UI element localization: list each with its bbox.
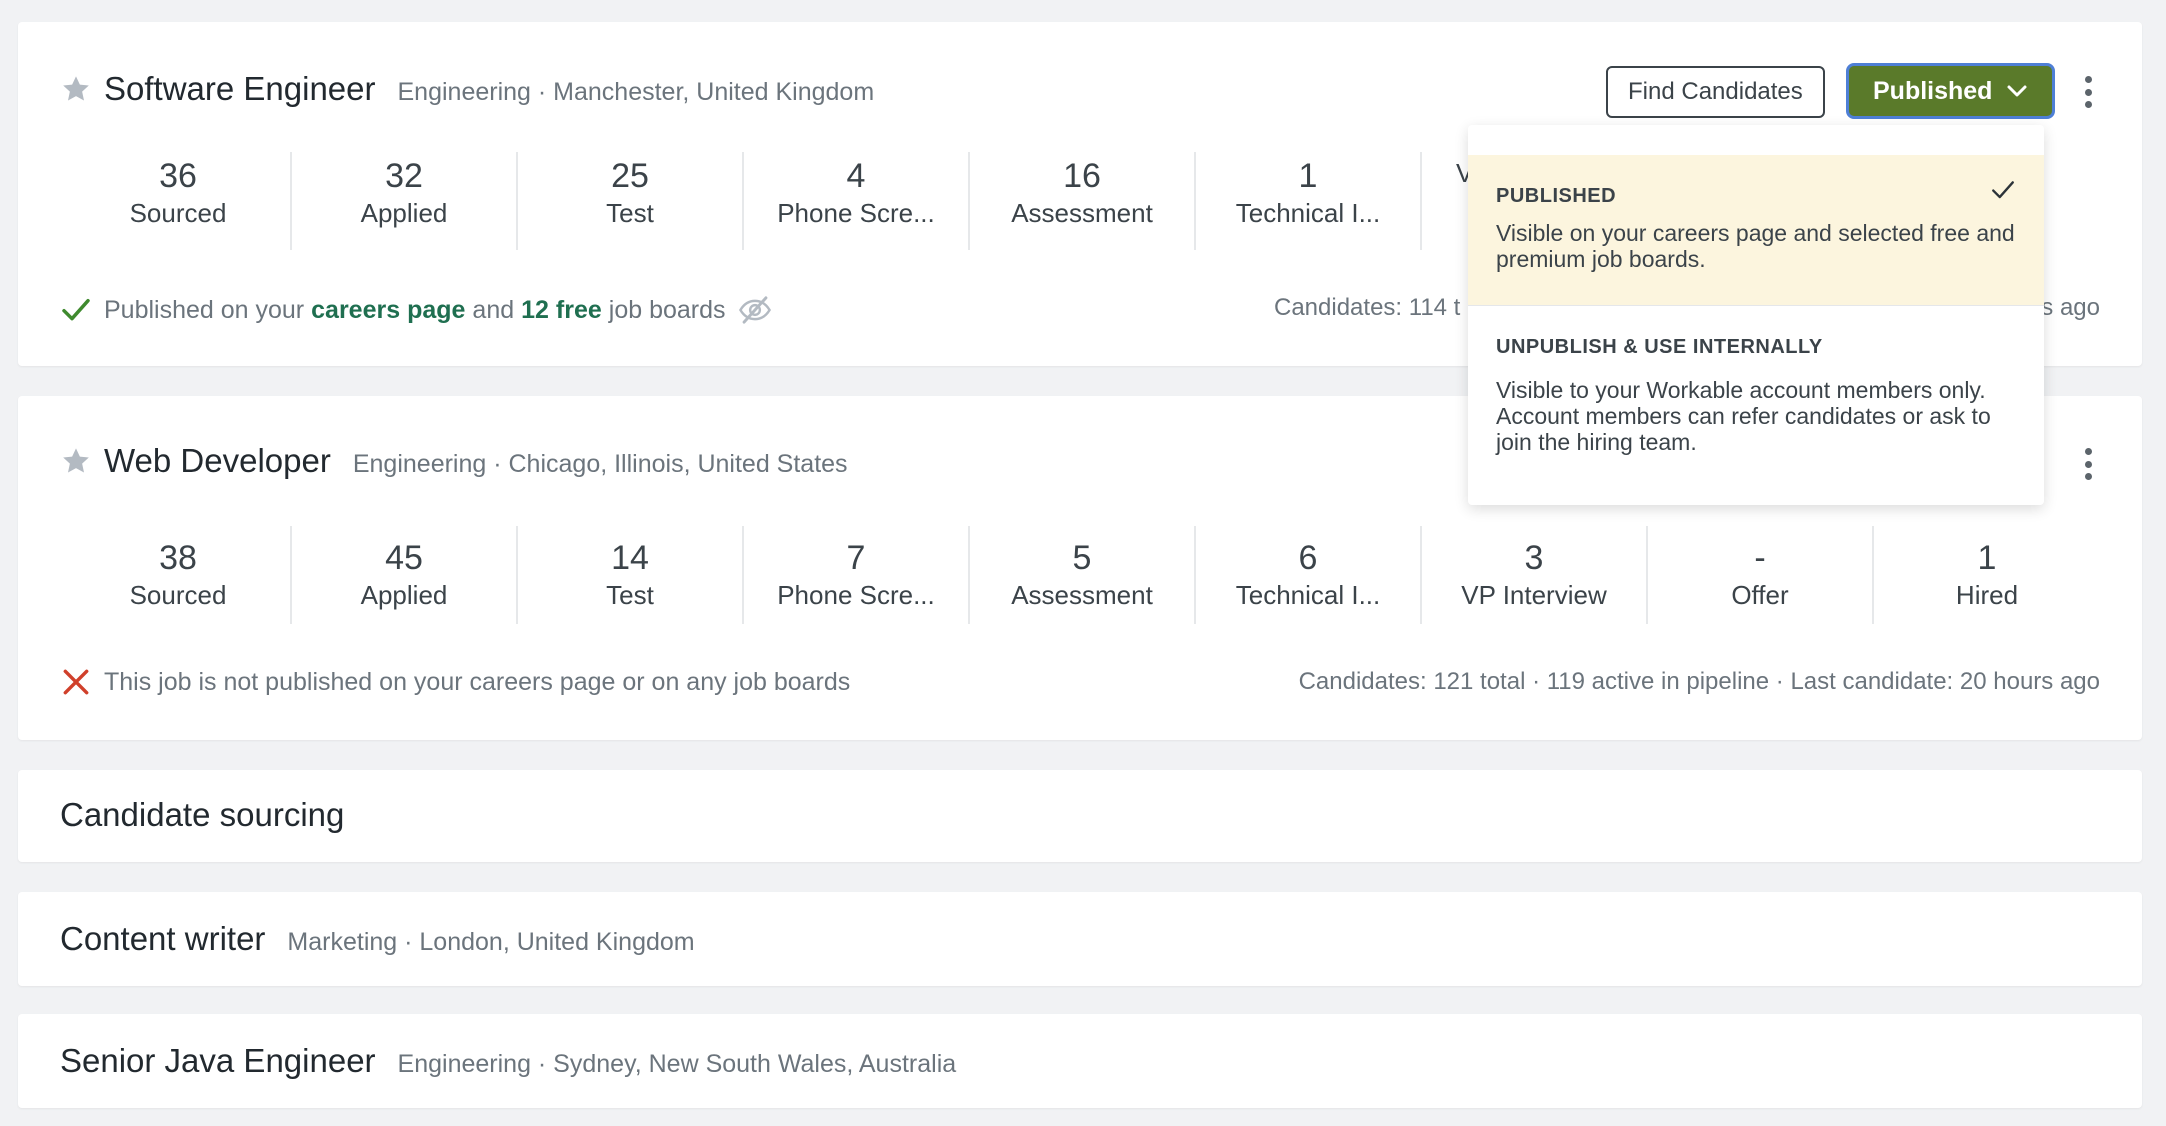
more-vertical-icon[interactable] [2078, 72, 2098, 112]
stage[interactable]: 14 Test [518, 526, 744, 624]
option-description: Visible to your Workable account members… [1496, 377, 1991, 455]
pipeline-stages: 36 Sourced 32 Applied 25 Test 4 Phone Sc… [66, 152, 1648, 250]
stage[interactable]: 1 Technical I... [1196, 152, 1422, 250]
job-card-senior-java-engineer[interactable]: Senior Java Engineer Engineering · Sydne… [18, 1014, 2142, 1108]
stage-count: 38 [159, 539, 197, 577]
stage-count: 25 [611, 157, 649, 195]
pipeline-stages: 38 Sourced 45 Applied 14 Test 7 Phone Sc… [66, 526, 2100, 624]
chevron-down-icon [2007, 85, 2027, 97]
stage[interactable]: 32 Applied [292, 152, 518, 250]
stage[interactable]: 36 Sourced [66, 152, 292, 250]
stage[interactable]: 16 Assessment [970, 152, 1196, 250]
stage-name: Assessment [1011, 198, 1153, 228]
section-header: Candidate sourcing [60, 796, 344, 834]
stage-name: Phone Scre... [777, 580, 935, 610]
stage-name: Test [606, 580, 654, 610]
job-title[interactable]: Web Developer [104, 442, 331, 480]
stage-count: 14 [611, 539, 649, 577]
stage-name: Sourced [129, 198, 227, 228]
publish-status: Published on your careers page and 12 fr… [60, 294, 772, 326]
stage[interactable]: 1 Hired [1874, 526, 2100, 624]
stage-count: 32 [385, 157, 423, 195]
stage[interactable]: 4 Phone Scre... [744, 152, 970, 250]
section-card-candidate-sourcing[interactable]: Candidate sourcing [18, 770, 2142, 862]
more-vertical-icon[interactable] [2078, 444, 2098, 484]
option-published[interactable]: PUBLISHED Visible on your careers page a… [1468, 155, 2044, 305]
stage[interactable]: 25 Test [518, 152, 744, 250]
stage-count: 16 [1063, 157, 1101, 195]
status-prefix: Published on your [104, 295, 305, 324]
stage-name: Assessment [1011, 580, 1153, 610]
job-header: Software Engineer Engineering · Manchest… [60, 70, 874, 108]
job-header: Senior Java Engineer Engineering · Sydne… [60, 1042, 956, 1080]
find-candidates-button[interactable]: Find Candidates [1606, 66, 1825, 118]
stage-name: Applied [360, 198, 448, 228]
stage-count: 6 [1298, 539, 1318, 577]
job-title[interactable]: Content writer [60, 920, 265, 958]
published-button-label: Published [1873, 76, 1993, 105]
stage-count: 7 [846, 539, 866, 577]
stage[interactable]: 38 Sourced [66, 526, 292, 624]
publish-status: This job is not published on your career… [60, 666, 850, 698]
stage-name: Hired [1955, 580, 2019, 610]
candidates-summary-tail: s ago [2041, 294, 2100, 321]
stage[interactable]: 45 Applied [292, 526, 518, 624]
section-title[interactable]: Candidate sourcing [60, 796, 344, 834]
job-meta: Engineering · Manchester, United Kingdom [397, 78, 875, 106]
status-middle: and [472, 295, 515, 324]
stage-name: VP Interview [1461, 580, 1607, 610]
eye-off-icon[interactable] [738, 295, 772, 325]
stage-name: Phone Scre... [777, 198, 935, 228]
stage-count: 3 [1524, 539, 1544, 577]
stage-count: 36 [159, 157, 197, 195]
candidates-summary: Candidates: 121 total · 119 active in pi… [1298, 668, 2100, 695]
star-icon[interactable] [60, 73, 92, 105]
stage-name: Applied [360, 580, 448, 610]
publish-status-dropdown: PUBLISHED Visible on your careers page a… [1468, 125, 2044, 505]
job-title[interactable]: Senior Java Engineer [60, 1042, 376, 1080]
stage-name: Offer [1731, 580, 1789, 610]
cross-icon [63, 669, 89, 695]
stage-count: - [1754, 539, 1766, 577]
candidates-summary: Candidates: 114 t [1274, 294, 1461, 321]
option-unpublish-internal[interactable]: UNPUBLISH & USE INTERNALLY Visible to yo… [1468, 306, 2044, 476]
job-meta: Marketing · London, United Kingdom [287, 928, 695, 956]
stage[interactable]: - Offer [1648, 526, 1874, 624]
stage-name: Technical I... [1235, 580, 1381, 610]
stage-name: Test [606, 198, 654, 228]
job-meta: Engineering · Sydney, New South Wales, A… [397, 1050, 957, 1078]
status-text: This job is not published on your career… [104, 667, 851, 696]
published-dropdown-button[interactable]: Published [1846, 63, 2056, 119]
careers-page-link[interactable]: careers page [311, 296, 465, 325]
job-meta: Engineering · Chicago, Illinois, United … [352, 450, 848, 478]
stage-count: 1 [1977, 539, 1997, 577]
check-icon [1992, 181, 2014, 199]
stage-count: 5 [1072, 539, 1092, 577]
star-icon[interactable] [60, 445, 92, 477]
option-heading: PUBLISHED [1496, 185, 1617, 207]
stage[interactable]: 7 Phone Scre... [744, 526, 970, 624]
job-title[interactable]: Software Engineer [104, 70, 376, 108]
job-header: Web Developer Engineering · Chicago, Ill… [60, 442, 848, 480]
stage-count: 1 [1298, 157, 1318, 195]
job-header: Content writer Marketing · London, Unite… [60, 920, 695, 958]
option-description: Visible on your careers page and selecte… [1496, 220, 2015, 272]
stage[interactable]: 6 Technical I... [1196, 526, 1422, 624]
stage-name: Technical I... [1235, 198, 1381, 228]
option-heading: UNPUBLISH & USE INTERNALLY [1496, 336, 1823, 358]
stage-count: 45 [385, 539, 423, 577]
stage-name: Sourced [129, 580, 227, 610]
status-suffix: job boards [608, 295, 726, 324]
stage-count: 4 [846, 157, 866, 195]
free-job-boards-link[interactable]: 12 free [521, 296, 602, 325]
stage[interactable]: 3 VP Interview [1422, 526, 1648, 624]
stage[interactable]: 5 Assessment [970, 526, 1196, 624]
check-icon [62, 298, 90, 321]
job-card-content-writer[interactable]: Content writer Marketing · London, Unite… [18, 892, 2142, 986]
